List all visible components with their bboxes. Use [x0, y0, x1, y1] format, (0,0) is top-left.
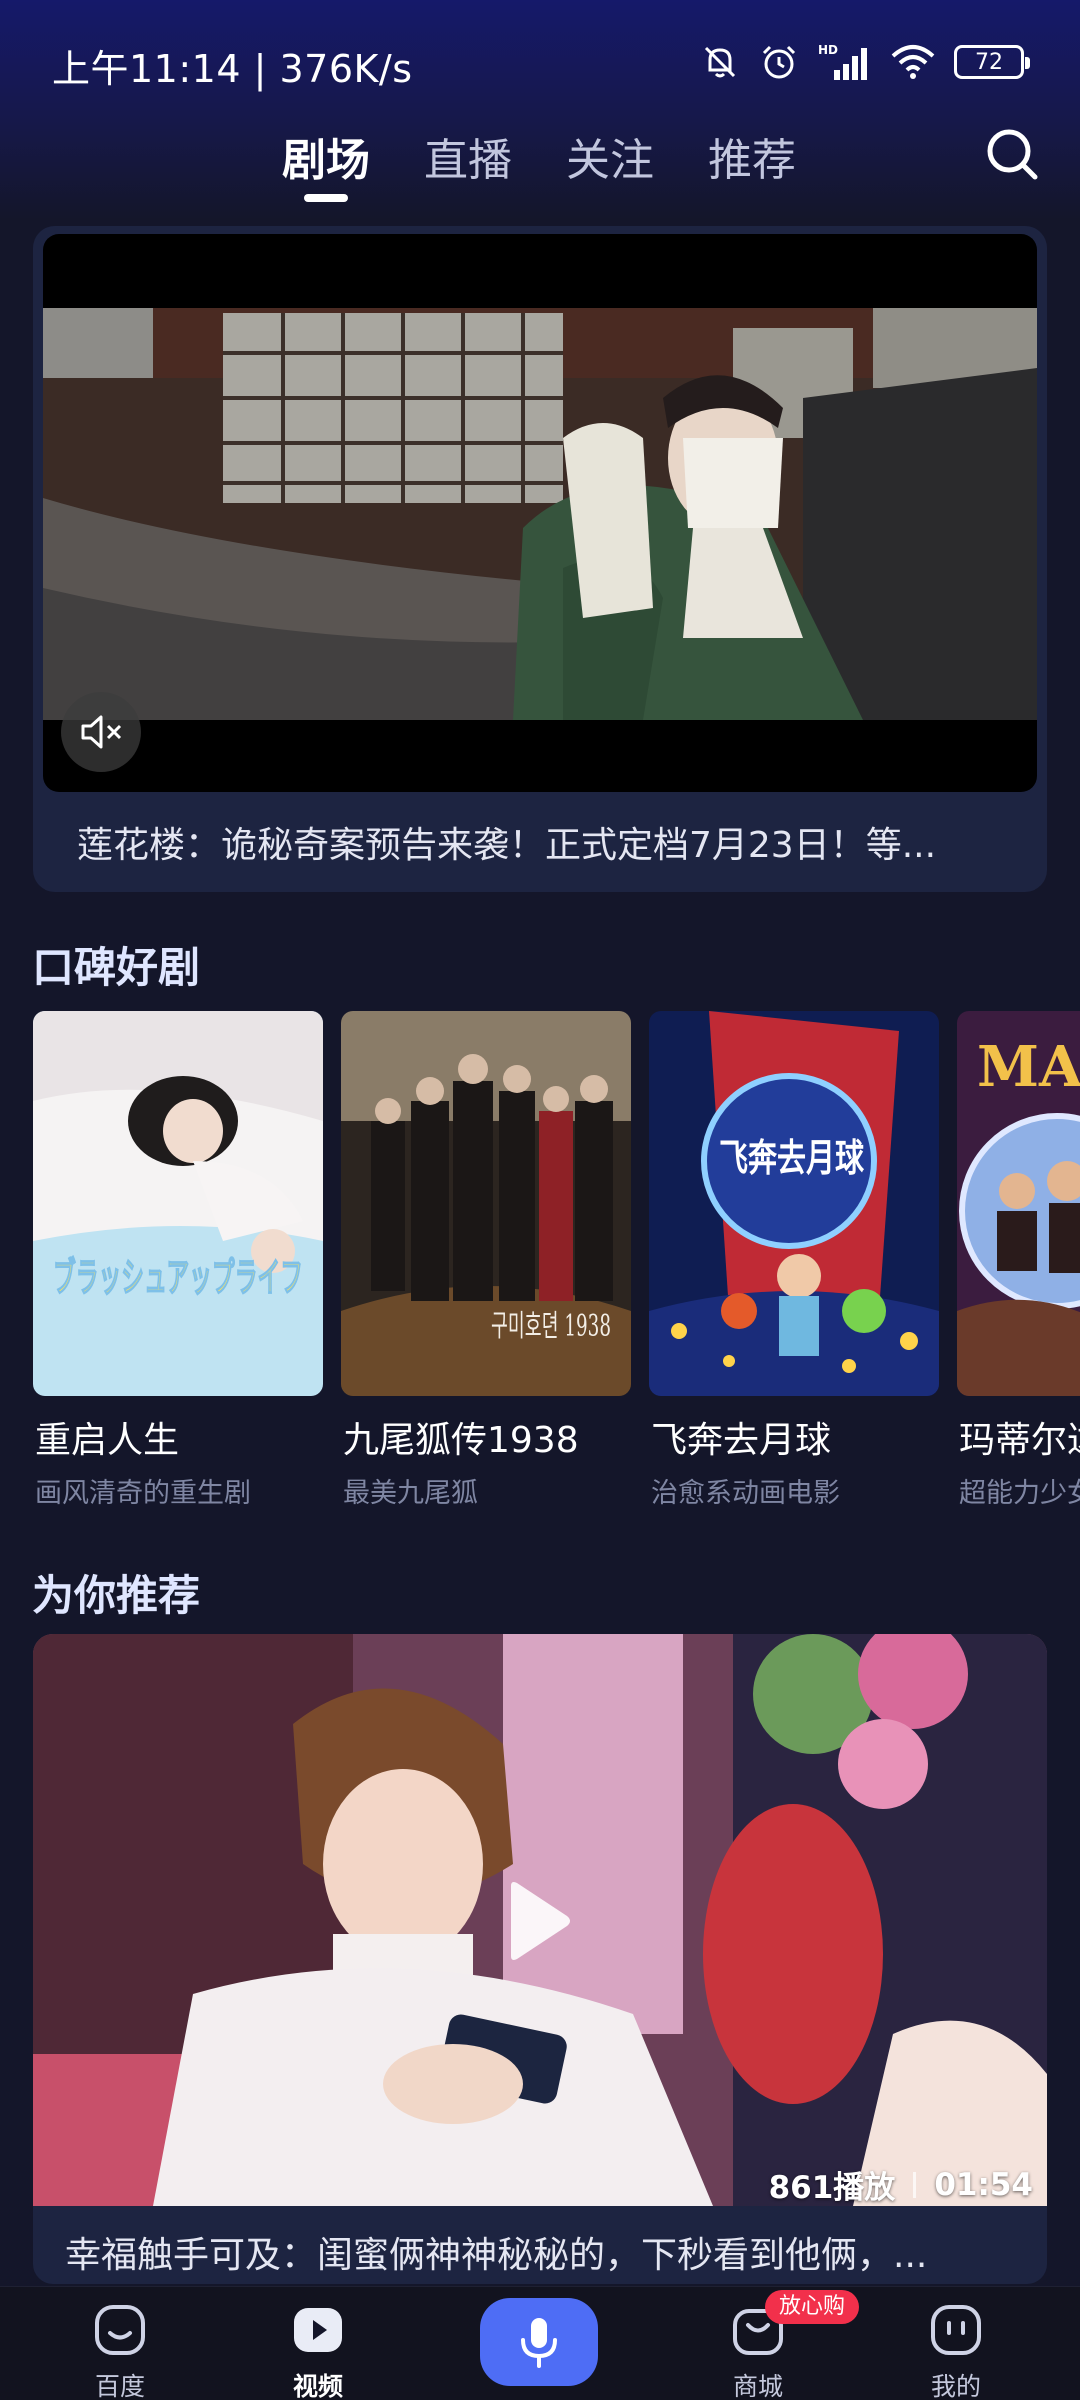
section-title-recommend: 为你推荐	[32, 1571, 201, 1620]
drama-poster[interactable]: 구미호뎐 1938	[341, 1011, 631, 1396]
signal-icon: HD	[818, 43, 867, 80]
shop-badge: 放心购	[765, 2290, 860, 2324]
poster-text: ブラッシュアップライフ	[53, 1255, 303, 1301]
tab-follow[interactable]: 关注	[566, 124, 654, 188]
alarm-icon	[762, 45, 796, 79]
recommended-video-thumbnail[interactable]: 861播放 01:54	[33, 1634, 1047, 2206]
featured-video-card[interactable]: 莲花楼：诡秘奇案预告来袭！正式定档7月23日！等...	[33, 226, 1047, 892]
drama-card[interactable]: 飞奔去月球 飞奔去月球 治愈系动画电影	[649, 1011, 939, 1509]
meta-divider	[913, 2171, 917, 2198]
battery-indicator: 72	[954, 45, 1030, 79]
drama-carousel[interactable]: ブラッシュアップライフ 重启人生 画风清奇的重生剧 구미호뎐 1938 九尾狐传…	[0, 1011, 1080, 1511]
poster-text: 飞奔去月球	[719, 1136, 865, 1180]
drama-subtitle: 超能力少女	[959, 1478, 1080, 1509]
featured-caption[interactable]: 莲花楼：诡秘奇案预告来袭！正式定档7月23日！等...	[77, 816, 1037, 868]
drama-poster[interactable]: ブラッシュアップライフ	[33, 1011, 323, 1396]
profile-icon	[927, 2301, 985, 2359]
poster-art: 飞奔去月球	[649, 1011, 939, 1396]
nav-label-profile: 我的	[930, 2372, 981, 2400]
tab-recommend[interactable]: 推荐	[708, 124, 796, 188]
status-bar: 上午11:14 | 376K/s HD 72	[0, 0, 1080, 120]
top-tabs: 剧场 直播 关注 推荐	[0, 124, 1080, 214]
play-icon[interactable]	[503, 1880, 573, 1966]
nav-item-profile[interactable]: 我的	[896, 2301, 1016, 2400]
drama-card[interactable]: ブラッシュアップライフ 重启人生 画风清奇的重生剧	[33, 1011, 323, 1509]
search-icon	[987, 129, 1038, 180]
section-title-dramas: 口碑好剧	[32, 943, 201, 992]
poster-art: MATILDA	[957, 1011, 1080, 1396]
recommended-video-card[interactable]: 861播放 01:54 幸福触手可及：闺蜜俩神神秘秘的，下秒看到他俩，...	[33, 1634, 1047, 2284]
drama-title[interactable]: 重启人生	[35, 1411, 179, 1463]
search-button[interactable]	[982, 124, 1042, 184]
tab-theater[interactable]: 剧场	[282, 124, 370, 188]
poster-text: 구미호뎐 1938	[491, 1309, 611, 1344]
voice-search-button[interactable]	[480, 2298, 598, 2386]
recommended-caption[interactable]: 幸福触手可及：闺蜜俩神神秘秘的，下秒看到他俩，...	[65, 2226, 1035, 2278]
active-tab-indicator	[304, 194, 348, 202]
status-icons: HD 72	[700, 40, 1030, 84]
video-icon	[289, 2301, 347, 2359]
video-duration: 01:54	[934, 2166, 1033, 2203]
drama-card[interactable]: 구미호뎐 1938 九尾狐传1938 最美九尾狐	[341, 1011, 631, 1509]
featured-video-frame	[43, 308, 1037, 720]
drama-subtitle: 画风清奇的重生剧	[35, 1478, 251, 1509]
nav-label-baidu: 百度	[94, 2372, 145, 2400]
wifi-icon	[891, 45, 935, 79]
drama-poster[interactable]: 飞奔去月球	[649, 1011, 939, 1396]
mic-icon	[521, 2318, 557, 2368]
featured-video-player[interactable]	[43, 234, 1037, 792]
poster-art: ブラッシュアップライフ	[33, 1011, 323, 1396]
mute-toggle-button[interactable]	[61, 692, 141, 772]
play-count: 861播放	[768, 2170, 896, 2206]
drama-subtitle: 治愈系动画电影	[651, 1478, 840, 1509]
poster-art: 구미호뎐 1938	[341, 1011, 631, 1396]
baidu-icon	[91, 2301, 149, 2359]
video-still	[43, 308, 1037, 720]
tab-live[interactable]: 直播	[424, 124, 512, 188]
mute-bell-icon	[704, 46, 736, 78]
status-time: 上午11:14 | 376K/s	[52, 47, 413, 91]
nav-label-shop: 商城	[732, 2372, 783, 2400]
drama-subtitle: 最美九尾狐	[343, 1478, 478, 1509]
poster-text: MATILDA	[977, 1034, 1080, 1100]
drama-poster[interactable]: MATILDA	[957, 1011, 1080, 1396]
drama-title[interactable]: 飞奔去月球	[651, 1411, 831, 1463]
nav-label-video: 视频	[292, 2372, 343, 2400]
drama-card[interactable]: MATILDA 玛蒂尔达 超能力少女	[957, 1011, 1080, 1509]
speaker-muted-icon	[81, 715, 122, 749]
network-label: HD	[818, 43, 838, 57]
drama-title[interactable]: 九尾狐传1938	[343, 1411, 579, 1463]
nav-item-baidu[interactable]: 百度	[60, 2301, 180, 2400]
video-meta: 861播放 01:54	[768, 2162, 1033, 2207]
nav-item-video[interactable]: 视频	[258, 2301, 378, 2400]
drama-title[interactable]: 玛蒂尔达	[959, 1411, 1080, 1463]
